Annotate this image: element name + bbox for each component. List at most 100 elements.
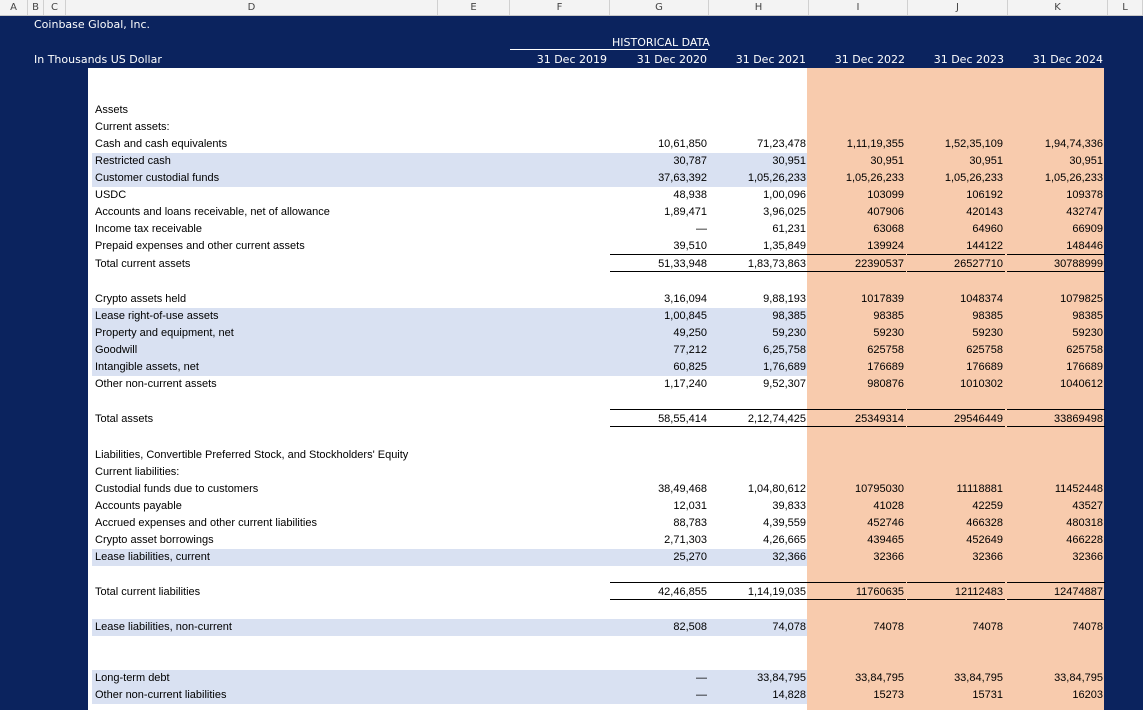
value-2021[interactable]: 4,26,665 [710, 534, 806, 546]
value-2020[interactable]: 60,825 [611, 361, 707, 373]
row-label[interactable]: USDC [95, 189, 126, 201]
value-2021[interactable]: 1,04,80,612 [710, 483, 806, 495]
value-2020[interactable]: 1,00,845 [611, 310, 707, 322]
value-2021[interactable]: 74,078 [710, 621, 806, 633]
historical-data-label[interactable]: HISTORICAL DATA [612, 36, 710, 49]
value-2023[interactable]: 26527710 [907, 258, 1003, 270]
value-2022[interactable]: 10795030 [808, 483, 904, 495]
units-label[interactable]: In Thousands US Dollar [34, 53, 162, 66]
value-2024[interactable]: 176689 [1007, 361, 1103, 373]
value-2021[interactable]: 71,23,478 [710, 138, 806, 150]
row-label[interactable]: Restricted cash [95, 155, 171, 167]
value-2022[interactable]: 407906 [808, 206, 904, 218]
value-2024[interactable]: 30,951 [1007, 155, 1103, 167]
value-2022[interactable]: 1,11,19,355 [808, 138, 904, 150]
row-label[interactable]: Income tax receivable [95, 223, 202, 235]
value-2024[interactable]: 432747 [1007, 206, 1103, 218]
row-label[interactable]: Accounts payable [95, 500, 182, 512]
value-2020[interactable]: 42,46,855 [611, 586, 707, 598]
value-2023[interactable]: 11118881 [907, 483, 1004, 495]
row-label[interactable]: Lease liabilities, non-current [95, 621, 232, 633]
value-2023[interactable]: 12112483 [907, 586, 1003, 598]
company-name[interactable]: Coinbase Global, Inc. [34, 18, 150, 31]
value-2021[interactable]: 98,385 [710, 310, 806, 322]
value-2023[interactable]: 144122 [907, 240, 1003, 252]
row-label[interactable]: Current assets: [95, 121, 170, 133]
value-2020[interactable]: 3,16,094 [611, 293, 707, 305]
value-2021[interactable]: 1,35,849 [710, 240, 806, 252]
row-label[interactable]: Liabilities, Convertible Preferred Stock… [95, 449, 408, 461]
row-label[interactable]: Other non-current assets [95, 378, 217, 390]
value-2020[interactable]: 77,212 [611, 344, 707, 356]
row-label[interactable]: Current liabilities: [95, 466, 179, 478]
value-2022[interactable]: 452746 [808, 517, 904, 529]
value-2024[interactable]: 74078 [1007, 621, 1103, 633]
value-2023[interactable]: 1,52,35,109 [907, 138, 1003, 150]
value-2024[interactable]: 98385 [1007, 310, 1103, 322]
value-2023[interactable]: 452649 [907, 534, 1003, 546]
value-2020[interactable]: — [611, 672, 707, 684]
column-header-g[interactable]: G [610, 0, 709, 15]
value-2021[interactable]: 4,39,559 [710, 517, 806, 529]
value-2022[interactable]: 41028 [808, 500, 904, 512]
column-header-e[interactable]: E [438, 0, 510, 15]
value-2021[interactable]: 6,25,758 [710, 344, 806, 356]
value-2022[interactable]: 15273 [808, 689, 904, 701]
value-2020[interactable]: 39,510 [611, 240, 707, 252]
column-header-h[interactable]: H [709, 0, 809, 15]
row-label[interactable]: Total current assets [95, 258, 190, 270]
value-2022[interactable]: 439465 [808, 534, 904, 546]
row-label[interactable]: Prepaid expenses and other current asset… [95, 240, 305, 252]
value-2020[interactable]: 82,508 [611, 621, 707, 633]
value-2022[interactable]: 59230 [808, 327, 904, 339]
value-2022[interactable]: 30,951 [808, 155, 904, 167]
row-label[interactable]: Crypto asset borrowings [95, 534, 214, 546]
value-2022[interactable]: 1,05,26,233 [808, 172, 904, 184]
value-2023[interactable]: 1010302 [907, 378, 1003, 390]
value-2024[interactable]: 12474887 [1007, 586, 1103, 598]
value-2024[interactable]: 32366 [1007, 551, 1103, 563]
value-2024[interactable]: 30788999 [1007, 258, 1103, 270]
value-2024[interactable]: 1,05,26,233 [1007, 172, 1103, 184]
value-2024[interactable]: 625758 [1007, 344, 1103, 356]
value-2021[interactable]: 59,230 [710, 327, 806, 339]
column-header-b[interactable]: B [28, 0, 44, 15]
value-2021[interactable]: 1,83,73,863 [710, 258, 806, 270]
period-2023[interactable]: 31 Dec 2023 [908, 53, 1004, 66]
value-2020[interactable]: 1,17,240 [611, 378, 707, 390]
value-2024[interactable]: 66909 [1007, 223, 1103, 235]
value-2023[interactable]: 420143 [907, 206, 1003, 218]
value-2022[interactable]: 74078 [808, 621, 904, 633]
column-header-d[interactable]: D [66, 0, 438, 15]
row-label[interactable]: Accounts and loans receivable, net of al… [95, 206, 330, 218]
value-2021[interactable]: 32,366 [710, 551, 806, 563]
row-label[interactable]: Accrued expenses and other current liabi… [95, 517, 317, 529]
value-2020[interactable]: — [611, 223, 707, 235]
value-2020[interactable]: 10,61,850 [611, 138, 707, 150]
period-2020[interactable]: 31 Dec 2020 [610, 53, 707, 66]
column-header-j[interactable]: J [908, 0, 1008, 15]
column-header-l[interactable]: L [1108, 0, 1143, 15]
value-2020[interactable]: 12,031 [611, 500, 707, 512]
value-2021[interactable]: 33,84,795 [710, 672, 806, 684]
value-2022[interactable]: 33,84,795 [808, 672, 904, 684]
value-2024[interactable]: 43527 [1007, 500, 1103, 512]
value-2024[interactable]: 109378 [1007, 189, 1103, 201]
value-2024[interactable]: 1079825 [1007, 293, 1103, 305]
row-label[interactable]: Cash and cash equivalents [95, 138, 227, 150]
value-2021[interactable]: 9,88,193 [710, 293, 806, 305]
period-2021[interactable]: 31 Dec 2021 [709, 53, 806, 66]
value-2020[interactable]: 58,55,414 [611, 413, 707, 425]
value-2024[interactable]: 33,84,795 [1007, 672, 1103, 684]
value-2023[interactable]: 64960 [907, 223, 1003, 235]
value-2022[interactable]: 11760635 [808, 586, 904, 598]
value-2021[interactable]: 3,96,025 [710, 206, 806, 218]
value-2020[interactable]: 37,63,392 [611, 172, 707, 184]
value-2024[interactable]: 466228 [1007, 534, 1103, 546]
column-header-k[interactable]: K [1008, 0, 1108, 15]
value-2022[interactable]: 63068 [808, 223, 904, 235]
value-2022[interactable]: 1017839 [808, 293, 904, 305]
value-2023[interactable]: 33,84,795 [907, 672, 1003, 684]
value-2020[interactable]: — [611, 689, 707, 701]
value-2023[interactable]: 176689 [907, 361, 1003, 373]
